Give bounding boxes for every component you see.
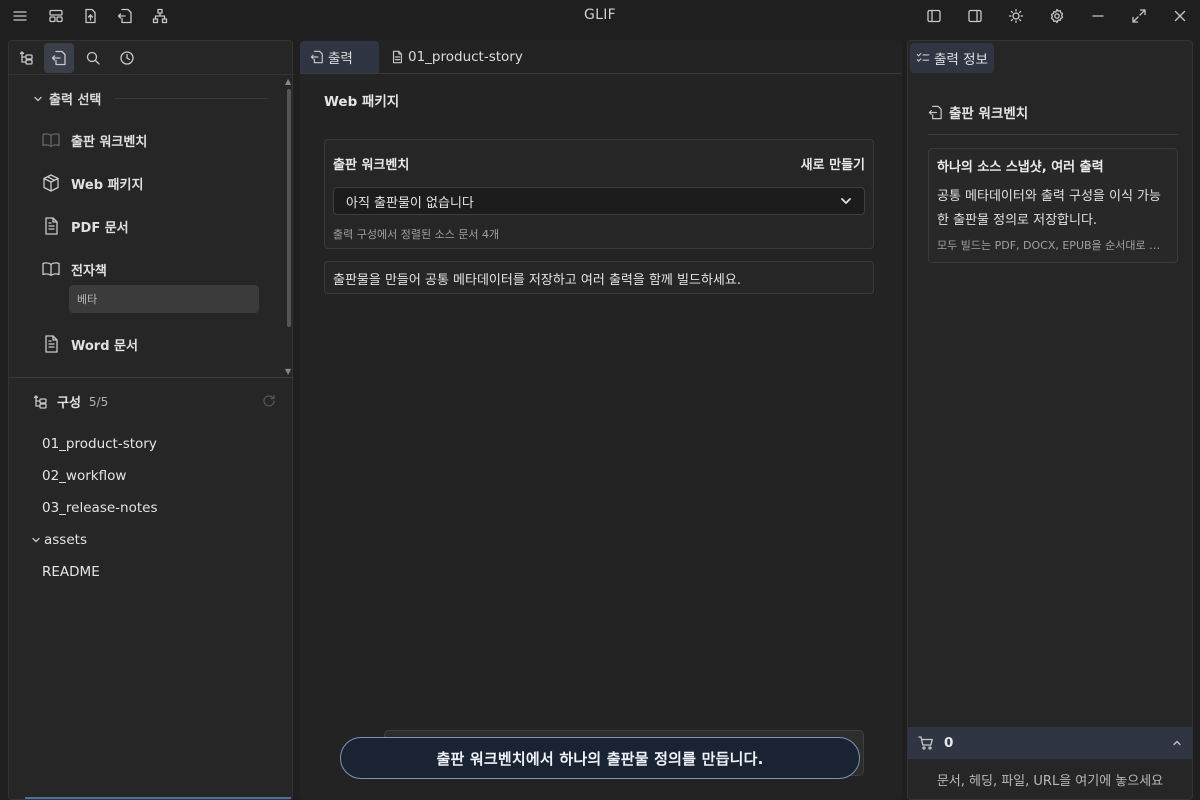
info-card-description: 공통 메타데이터와 출력 구성을 이식 가능한 출판물 정의로 저장합니다.: [937, 189, 1161, 228]
structure-header: 구성 5/5: [33, 392, 108, 411]
chevron-down-icon: [34, 96, 42, 101]
section-divider: [115, 98, 268, 99]
tab-label: 출력 정보: [934, 52, 988, 68]
right-sidebar-toggle-icon[interactable]: [963, 4, 987, 28]
structure-title: 구성: [57, 396, 81, 411]
tree-item[interactable]: 01_product-story: [42, 436, 157, 452]
chevron-down-icon: [32, 537, 40, 543]
export-icon: [310, 50, 323, 64]
export-tool-icon[interactable]: [44, 43, 74, 73]
package-icon: [43, 174, 59, 192]
cart-icon: [918, 736, 933, 750]
publication-select[interactable]: 아직 출판물이 없습니다: [333, 187, 865, 215]
create-new-button[interactable]: 새로 만들기: [801, 154, 865, 173]
scroll-up-arrow[interactable]: ▲: [285, 77, 291, 86]
file-text-icon: [45, 217, 58, 235]
info-card-note: 모두 빌드는 PDF, DOCX, EPUB을 순서대로 …: [937, 239, 1161, 252]
drop-zone[interactable]: 문서, 헤딩, 파일, URL을 여기에 놓으세요: [908, 759, 1192, 799]
tree-item[interactable]: 02_workflow: [42, 468, 126, 484]
panel-divider: [9, 377, 294, 378]
structure-tree-icon[interactable]: [12, 43, 42, 73]
tree-folder-label: assets: [44, 532, 87, 548]
export-icon: [928, 105, 942, 119]
left-sidebar: 출력 선택 출판 워크벤치 Web 패키지 PDF 문서 전자책 베타 Word…: [8, 40, 294, 800]
tree-item[interactable]: 03_release-notes: [42, 500, 157, 516]
minimize-icon[interactable]: [1086, 4, 1110, 28]
output-label: 전자책: [71, 263, 107, 279]
workbench-card: 출판 워크벤치 새로 만들기 아직 출판물이 없습니다 출력 구성에서 정렬된 …: [324, 139, 874, 249]
output-label: 출판 워크벤치: [71, 134, 148, 150]
active-indicator: [25, 797, 291, 799]
refresh-icon[interactable]: [261, 393, 277, 409]
tree-item[interactable]: README: [42, 564, 100, 580]
info-card-title: 하나의 소스 스냅샷, 여러 출력: [937, 160, 1104, 175]
tab-label: 출력: [328, 51, 353, 67]
workbench-card-title: 출판 워크벤치: [333, 158, 410, 173]
beta-badge: 베타: [69, 285, 259, 313]
info-card: 하나의 소스 스냅샷, 여러 출력 공통 메타데이터와 출력 구성을 이식 가능…: [928, 148, 1178, 263]
toast-notification: 출판 워크벤치에서 하나의 출판물 정의를 만듭니다.: [340, 737, 860, 779]
tree-folder-assets[interactable]: assets: [31, 532, 87, 548]
output-label: Web 패키지: [71, 177, 144, 193]
tab-bar: 출력 01_product-story: [300, 40, 902, 74]
info-message: 출판물을 만들어 공통 메타데이터를 저장하고 여러 출력을 함께 빌드하세요.: [324, 261, 874, 294]
checklist-icon: [916, 53, 930, 62]
chevron-up-icon[interactable]: [1172, 738, 1182, 748]
file-icon: [392, 50, 402, 64]
info-title: 출판 워크벤치: [928, 102, 1028, 122]
cart-bar[interactable]: 0: [908, 727, 1192, 759]
book-icon: [42, 262, 60, 276]
tab-output[interactable]: 출력: [300, 41, 379, 73]
right-sidebar: 출력 정보 출판 워크벤치 하나의 소스 스냅샷, 여러 출력 공통 메타데이터…: [907, 40, 1193, 800]
title-bar: GLIF: [0, 0, 1200, 32]
scroll-down-arrow[interactable]: ▼: [285, 367, 291, 376]
book-open-icon: [42, 133, 60, 147]
info-title-label: 출판 워크벤치: [949, 106, 1029, 122]
structure-count: 5/5: [88, 394, 109, 409]
close-icon[interactable]: [1168, 4, 1192, 28]
output-selection-header[interactable]: 출력 선택: [33, 89, 268, 108]
chevron-down-icon: [841, 198, 851, 204]
output-item-word[interactable]: Word 문서: [41, 334, 138, 354]
search-icon[interactable]: [78, 43, 108, 73]
tab-label: 01_product-story: [408, 49, 523, 65]
output-item-pdf[interactable]: PDF 문서: [41, 216, 129, 236]
output-label: PDF 문서: [71, 220, 129, 236]
main-content: 출력 01_product-story Web 패키지 출판 워크벤치 새로 만…: [300, 40, 902, 800]
settings-gear-icon[interactable]: [1045, 4, 1069, 28]
left-sidebar-toggle-icon[interactable]: [922, 4, 946, 28]
tab-document[interactable]: 01_product-story: [380, 41, 533, 73]
output-item-web[interactable]: Web 패키지: [41, 173, 143, 193]
tab-output-info[interactable]: 출력 정보: [910, 43, 994, 73]
scrollbar-thumb[interactable]: [287, 89, 291, 327]
cart-count: 0: [944, 735, 954, 751]
file-text-icon: [45, 335, 58, 353]
info-divider: [928, 134, 1178, 135]
left-toolbar: [9, 41, 294, 75]
output-label: Word 문서: [71, 338, 138, 354]
output-item-ebook[interactable]: 전자책: [41, 259, 107, 279]
theme-sun-icon[interactable]: [1004, 4, 1028, 28]
source-count-hint: 출력 구성에서 정렬된 소스 문서 4개: [333, 228, 500, 241]
structure-tree-icon: [33, 394, 47, 409]
publication-select-value: 아직 출판물이 없습니다: [346, 195, 474, 211]
output-selection-title: 출력 선택: [49, 93, 102, 108]
maximize-icon[interactable]: [1127, 4, 1151, 28]
page-title: Web 패키지: [324, 94, 400, 110]
output-item-workbench[interactable]: 출판 워크벤치: [41, 130, 147, 150]
history-clock-icon[interactable]: [112, 43, 142, 73]
